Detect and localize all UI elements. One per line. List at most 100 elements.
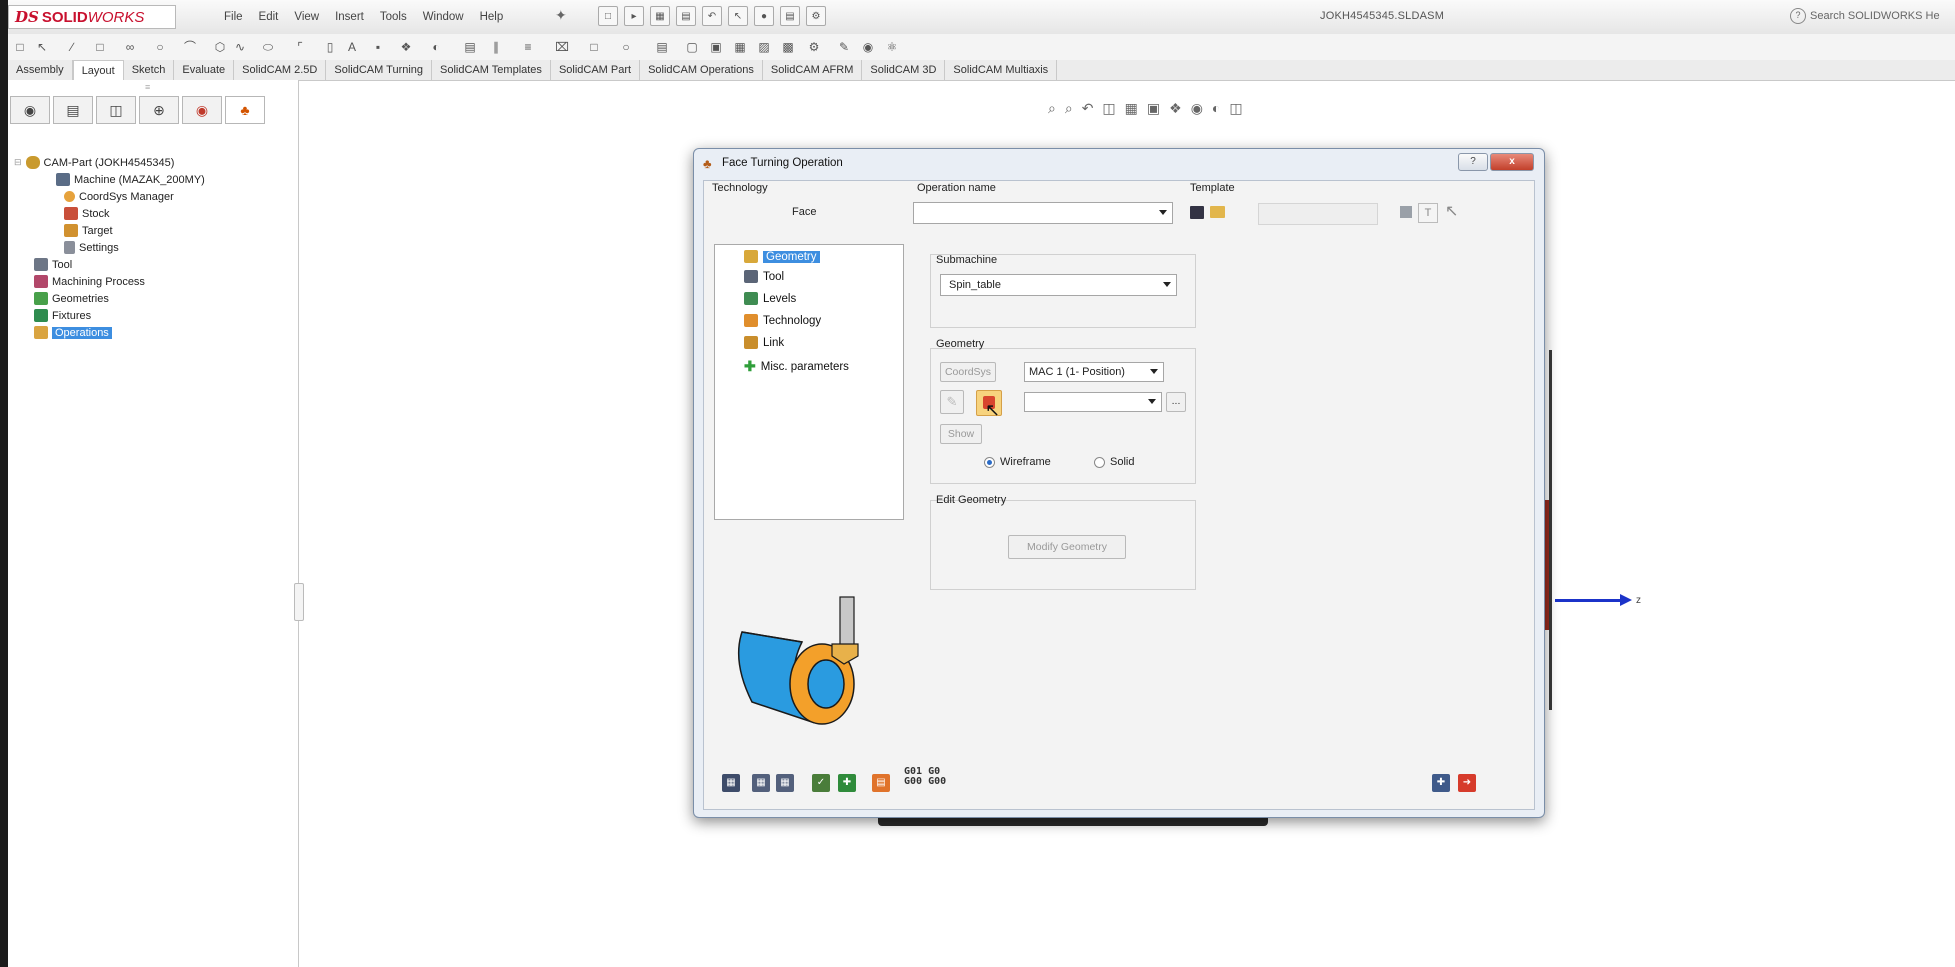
dialog-title-bar[interactable]: ♣ Face Turning Operation ? x [700,153,1536,175]
zoom-area-icon[interactable]: ⌕ [1065,100,1073,117]
tab-evaluate[interactable]: Evaluate [174,60,235,80]
save-and-calculate-icon[interactable]: ✓ [812,774,830,792]
pick-geometry-pencil-icon[interactable]: ✎ [940,390,964,414]
save-and-copy-icon[interactable]: ▦ [752,774,770,792]
ellipse-icon[interactable]: ⬭ [260,40,276,54]
tab-solidcam-multiaxis[interactable]: SolidCAM Multiaxis [945,60,1058,80]
tree-root-cam-part[interactable]: ⊟ CAM-Part (JOKH4545345) [14,155,174,170]
tab-solidcam-operations[interactable]: SolidCAM Operations [640,60,763,80]
menu-view[interactable]: View [292,9,321,25]
spline-icon[interactable]: ∿ [232,40,248,54]
solidworks-logo[interactable]: DS SOLID WORKS [8,5,176,29]
fixture-icon[interactable]: ◉ [860,40,876,54]
tab-layout[interactable]: Layout [72,60,124,82]
close-button[interactable]: x [1490,153,1534,171]
tab-solidcam-3d[interactable]: SolidCAM 3D [862,60,946,80]
coordsys-button[interactable]: CoordSys [940,362,996,382]
quick-snaps-icon[interactable]: ▤ [654,40,670,54]
edit-appearance-icon[interactable]: ◉ [1191,100,1203,117]
tree-item-stock[interactable]: Stock [64,206,110,221]
save-operation-icon[interactable]: ✚ [1432,774,1450,792]
template-save-icon[interactable] [1190,206,1204,219]
display-manager-tab-icon[interactable]: ◉ [182,96,222,124]
slot-icon[interactable]: ∞ [122,40,138,54]
line-icon[interactable]: ∕ [64,40,80,54]
select-icon[interactable]: ↖ [728,6,748,26]
linear-pattern-icon[interactable]: ≡ [520,40,536,54]
arc-icon[interactable]: ⌒ [182,40,198,54]
print-icon[interactable]: ▤ [676,6,696,26]
options-gear-icon[interactable]: ⚙ [806,6,826,26]
menu-tools[interactable]: Tools [378,9,409,25]
simulate-icon[interactable]: ▤ [872,774,890,792]
menu-help[interactable]: Help [478,9,506,25]
open-icon[interactable]: ▸ [624,6,644,26]
tools-icon[interactable]: T [1418,203,1438,223]
tree-item-target[interactable]: Target [64,223,113,238]
menu-edit[interactable]: Edit [257,9,281,25]
nav-item-misc-parameters[interactable]: ✚ Misc. parameters [744,358,849,375]
tab-sketch[interactable]: Sketch [124,60,175,80]
new-document-icon[interactable]: □ [598,6,618,26]
save-icon[interactable]: ▦ [650,6,670,26]
fillet-icon[interactable]: ⌜ [292,40,308,54]
pin-icon[interactable]: ✦ [555,7,567,24]
configuration-manager-tab-icon[interactable]: ◫ [96,96,136,124]
tree-item-settings[interactable]: Settings [64,240,119,255]
tab-assembly[interactable]: Assembly [8,60,73,80]
nav-item-link[interactable]: Link [744,336,784,349]
component-icon[interactable]: ▨ [756,40,772,54]
nav-item-geometry[interactable]: Geometry [744,250,820,263]
collapse-minus-icon[interactable]: ⊟ [14,157,22,168]
help-button[interactable]: ? [1458,153,1488,171]
point-icon[interactable]: ▪ [370,40,386,54]
solidcam-manager-tab-icon[interactable]: ♣ [225,96,265,124]
mirror-icon[interactable]: ∥ [488,40,504,54]
plane-icon[interactable]: ▯ [322,40,338,54]
relations-icon[interactable]: □ [586,40,602,54]
nav-item-technology[interactable]: Technology [744,314,821,327]
property-manager-tab-icon[interactable]: ▤ [53,96,93,124]
sketch-icon[interactable]: □ [12,40,28,54]
geometry-combo[interactable] [1024,392,1162,412]
tree-item-fixtures[interactable]: Fixtures [34,308,91,323]
rectangle-icon[interactable]: □ [92,40,108,54]
setting-icon[interactable]: ⚛ [884,40,900,54]
tab-solidcam-25d[interactable]: SolidCAM 2.5D [234,60,327,80]
zoom-to-fit-icon[interactable]: ⌕ [1048,100,1056,117]
operation-name-combo[interactable] [913,202,1173,224]
save-and-exit-icon[interactable]: ▦ [776,774,794,792]
nav-item-levels[interactable]: Levels [744,292,796,305]
browse-button[interactable]: ... [1166,392,1186,412]
trim-icon[interactable]: ❖ [398,40,414,54]
display-style-icon[interactable]: ▣ [1147,100,1160,117]
tree-item-geometries[interactable]: Geometries [34,291,109,306]
circle-icon[interactable]: ○ [152,40,168,54]
nav-item-tool[interactable]: Tool [744,270,784,283]
template-open-icon[interactable] [1210,206,1225,218]
solid-radio[interactable]: Solid [1094,456,1134,468]
undo-icon[interactable]: ↶ [702,6,722,26]
tree-item-tool[interactable]: Tool [34,257,72,272]
wireframe-radio[interactable]: Wireframe [984,456,1051,468]
polygon-icon[interactable]: ⬡ [212,40,228,54]
tab-solidcam-afrm[interactable]: SolidCAM AFRM [763,60,863,80]
select-pointer-icon[interactable]: ↖ [1445,201,1458,221]
panel-splitter-handle[interactable] [294,583,304,621]
template-field[interactable] [1258,203,1378,225]
gcode-generate-button[interactable]: G01 G0 G00 G00 [904,767,946,787]
smart-dimension-icon[interactable]: ↖ [34,40,50,54]
scene-icon[interactable]: ◐ [1212,100,1220,117]
file-properties-icon[interactable]: ▤ [780,6,800,26]
tree-item-machining-process[interactable]: Machining Process [34,274,145,289]
hide-show-icon[interactable]: ❖ [1169,100,1182,117]
exit-icon[interactable]: ➜ [1458,774,1476,792]
tab-solidcam-part[interactable]: SolidCAM Part [551,60,641,80]
tree-item-machine[interactable]: Machine (MAZAK_200MY) [56,172,205,187]
coordsys-combo[interactable]: MAC 1 (1- Position) [1024,362,1164,382]
feature-manager-tab-icon[interactable]: ◉ [10,96,50,124]
previous-view-icon[interactable]: ↶ [1082,100,1094,117]
rapid-sketch-icon[interactable]: ▢ [684,40,700,54]
block-icon[interactable]: ▣ [708,40,724,54]
submachine-combo[interactable]: Spin_table [940,274,1177,296]
